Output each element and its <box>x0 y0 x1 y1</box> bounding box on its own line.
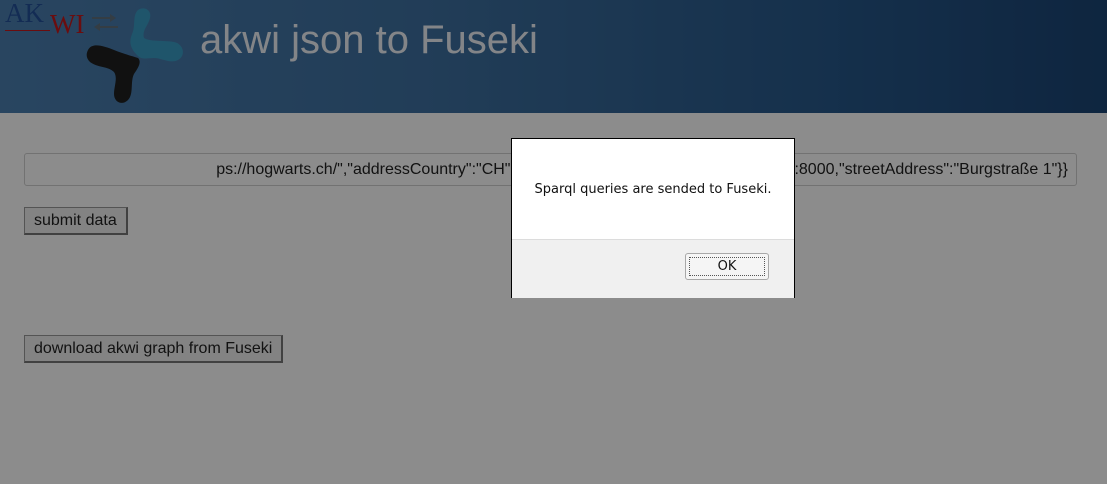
alert-dialog: Sparql queries are sended to Fuseki. OK <box>511 138 795 298</box>
page: AK WI akwi json to Fuseki ps://hogwarts.… <box>0 0 1107 484</box>
ok-button-label: OK <box>717 259 737 274</box>
dialog-message: Sparql queries are sended to Fuseki. <box>534 181 772 197</box>
dialog-footer: OK <box>512 239 794 298</box>
ok-button[interactable]: OK <box>685 253 769 280</box>
